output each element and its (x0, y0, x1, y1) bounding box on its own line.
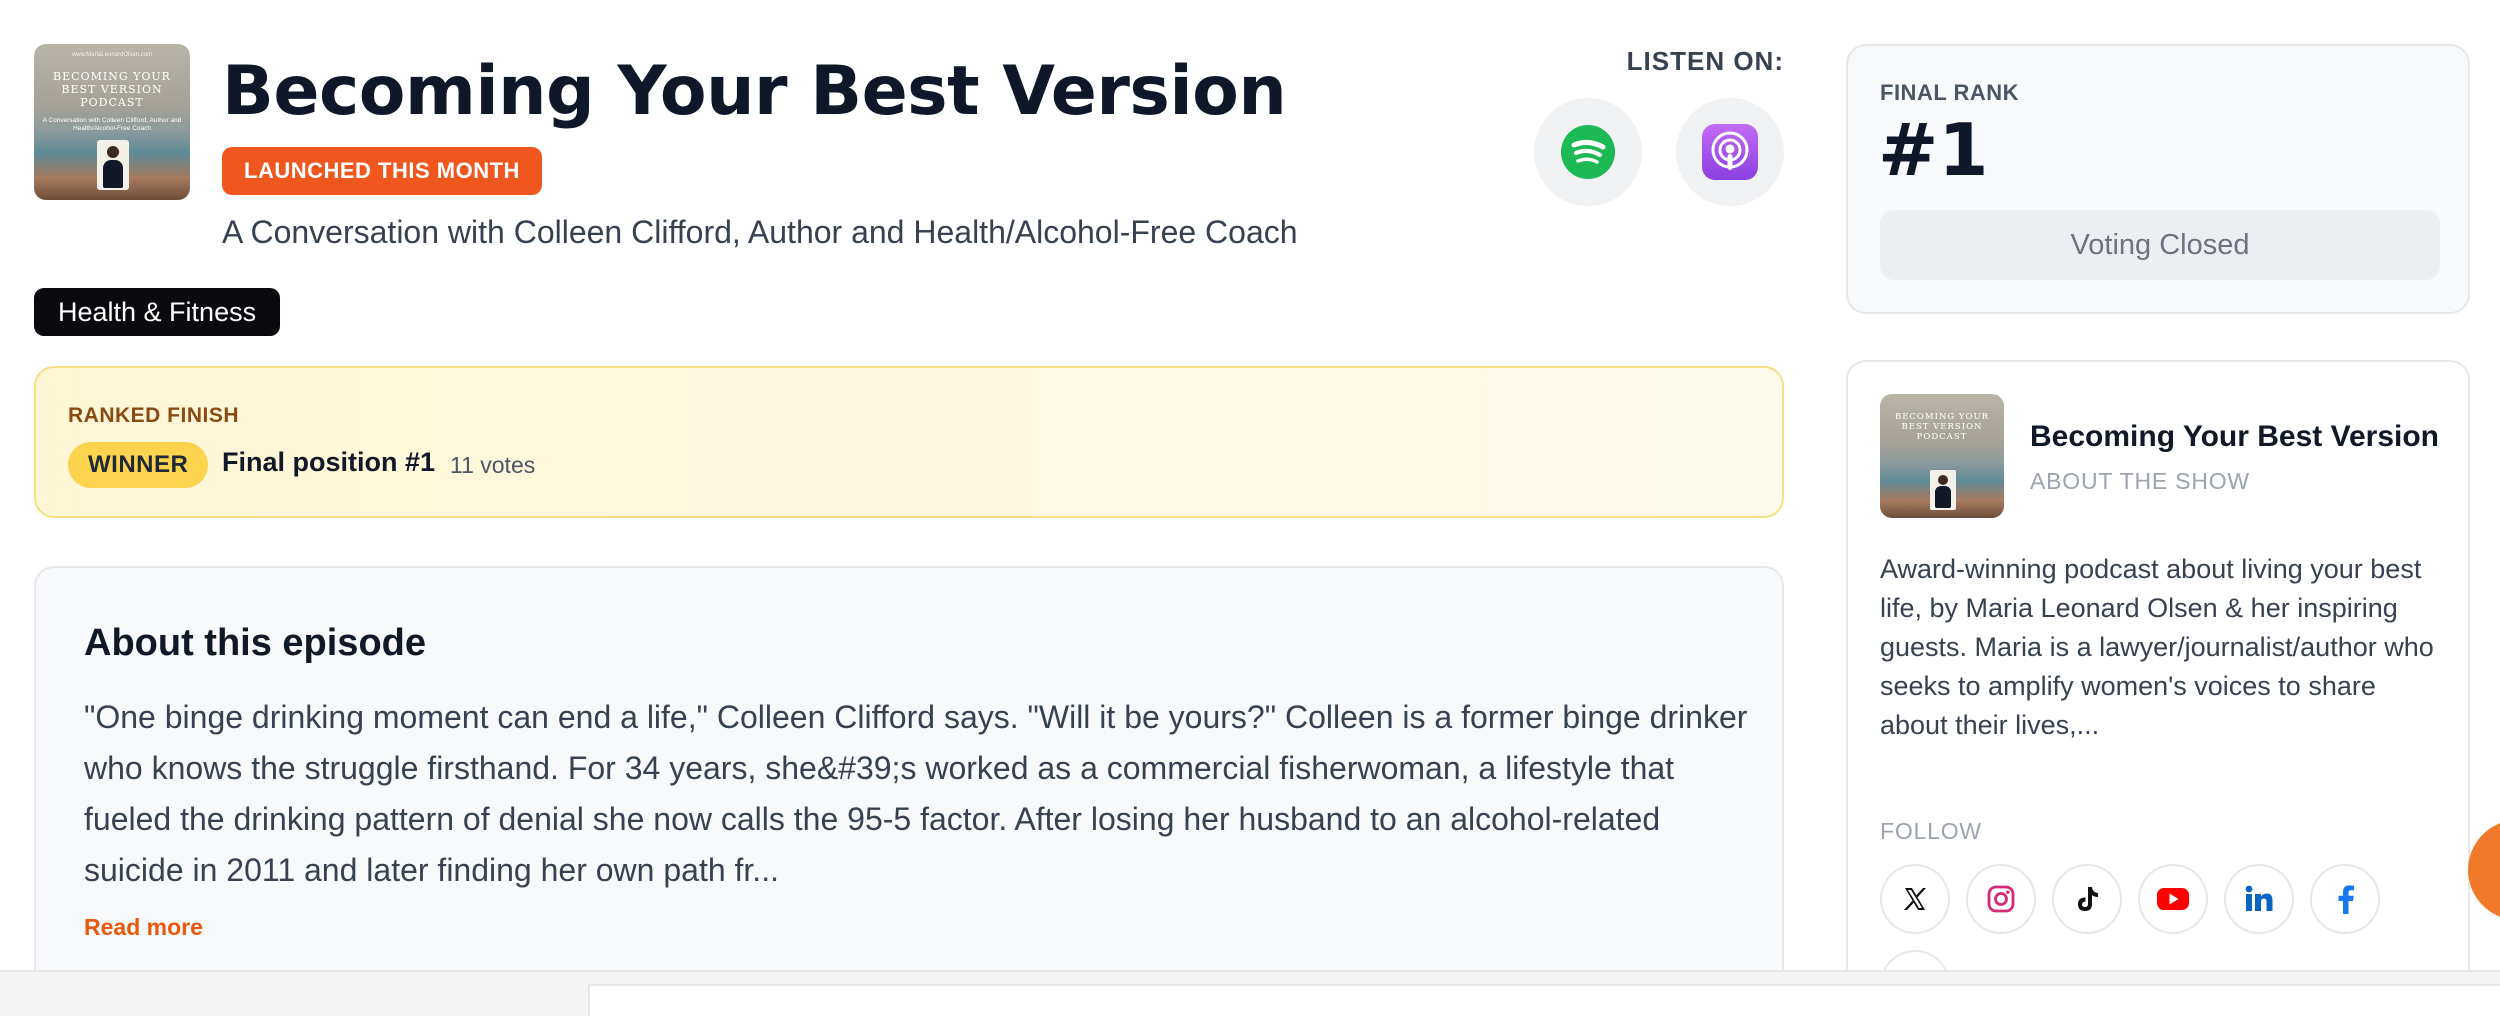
apple-podcasts-button[interactable] (1676, 98, 1784, 206)
instagram-button[interactable] (1966, 864, 2036, 934)
facebook-button[interactable] (2310, 864, 2380, 934)
final-rank-value: #1 (1878, 108, 1989, 192)
final-rank-label: FINAL RANK (1880, 80, 2020, 105)
floating-action-button[interactable] (2468, 820, 2500, 920)
about-show-label: ABOUT THE SHOW (2030, 468, 2250, 494)
episode-title: Becoming Your Best Version (222, 52, 1287, 131)
winner-badge: WINNER (68, 442, 209, 488)
tiktok-icon (2078, 887, 2098, 911)
ranked-finish-label: RANKED FINISH (68, 404, 240, 427)
apple-podcasts-icon (1702, 124, 1758, 180)
instagram-icon (1987, 885, 2015, 913)
show-name[interactable]: Becoming Your Best Version (2030, 420, 2439, 454)
follow-label: FOLLOW (1880, 818, 1982, 844)
cover-subtitle-text: A Conversation with Colleen Clifford, Au… (42, 117, 182, 132)
spotify-icon (1561, 125, 1615, 179)
show-description: Award-winning podcast about living your … (1880, 554, 2434, 740)
x-button[interactable] (1880, 864, 1950, 934)
cover-portrait (97, 140, 129, 190)
spotify-button[interactable] (1534, 98, 1642, 206)
about-episode-title: About this episode (84, 622, 426, 664)
about-episode-card: About this episode "One binge drinking m… (34, 566, 1784, 1016)
show-cover-title-text: BECOMING YOUR BEST VERSION PODCAST (1894, 412, 1990, 442)
cover-website-text: www.MariaLeonardOlsen.com (71, 52, 153, 58)
voting-closed-button[interactable]: Voting Closed (1880, 210, 2440, 280)
vote-count: 11 votes (450, 452, 536, 478)
listen-on-label: LISTEN ON: (1626, 46, 1784, 76)
final-position-text: Final position #1 (222, 447, 436, 477)
launched-badge: LAUNCHED THIS MONTH (222, 147, 542, 195)
youtube-button[interactable] (2138, 864, 2208, 934)
read-more-link[interactable]: Read more (84, 914, 203, 941)
episode-cover-image: www.MariaLeonardOlsen.com BECOMING YOUR … (34, 44, 190, 200)
bottom-bar-panel (588, 984, 2500, 1016)
x-icon (1904, 888, 1926, 910)
tiktok-button[interactable] (2052, 864, 2122, 934)
show-cover-image: BECOMING YOUR BEST VERSION PODCAST (1880, 394, 2004, 518)
linkedin-icon (2245, 885, 2273, 911)
episode-subtitle: A Conversation with Colleen Clifford, Au… (222, 214, 1298, 250)
youtube-icon (2157, 888, 2189, 910)
ranked-finish-card: RANKED FINISH WINNER Final position #1 1… (34, 366, 1784, 518)
linkedin-button[interactable] (2224, 864, 2294, 934)
about-show-card: BECOMING YOUR BEST VERSION PODCAST Becom… (1846, 360, 2470, 1016)
about-episode-description: "One binge drinking moment can end a lif… (84, 699, 1748, 888)
show-cover-portrait (1930, 470, 1956, 510)
cover-title-text: BECOMING YOUR BEST VERSION PODCAST (53, 70, 171, 109)
final-rank-card: FINAL RANK #1 Voting Closed (1846, 44, 2470, 314)
category-tag[interactable]: Health & Fitness (34, 288, 281, 336)
facebook-icon (2338, 885, 2354, 914)
bottom-bar (0, 970, 2500, 1016)
